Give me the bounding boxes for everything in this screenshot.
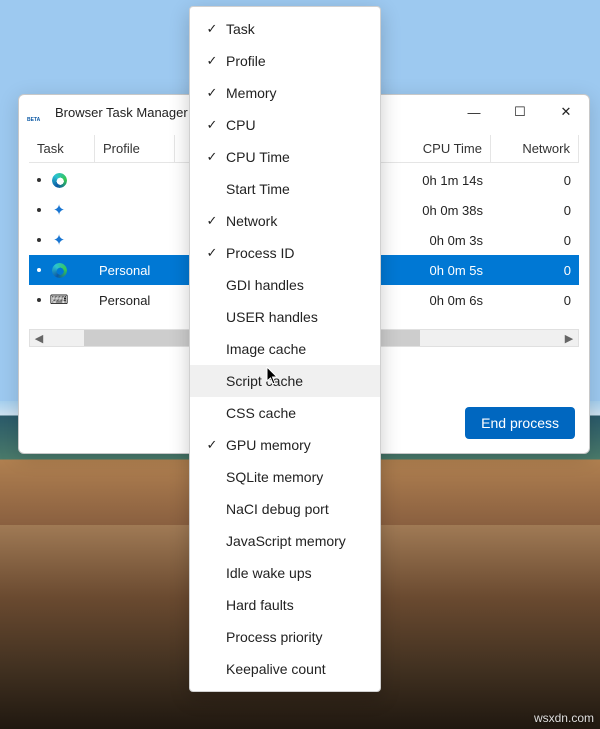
edge-beta-icon: BETA bbox=[29, 103, 47, 121]
cell-network: 0 bbox=[491, 203, 579, 218]
cell-cputime: 0h 0m 38s bbox=[381, 203, 491, 218]
menu-item-label: NaCI debug port bbox=[226, 501, 329, 517]
cell-task: ✦ bbox=[29, 202, 95, 218]
row-bullet-icon bbox=[37, 208, 41, 212]
menu-item[interactable]: Hard faults bbox=[190, 589, 380, 621]
menu-item[interactable]: Idle wake ups bbox=[190, 557, 380, 589]
checkmark-icon: ✓ bbox=[202, 437, 222, 453]
checkmark-icon: ✓ bbox=[202, 85, 222, 101]
cell-network: 0 bbox=[491, 233, 579, 248]
window-controls: — ☐ ✕ bbox=[451, 95, 589, 129]
menu-item[interactable]: Keepalive count bbox=[190, 653, 380, 685]
cell-cputime: 0h 1m 14s bbox=[381, 173, 491, 188]
window-title: Browser Task Manager bbox=[55, 105, 188, 120]
keyboard-icon: ⌨ bbox=[51, 292, 67, 308]
menu-item[interactable]: ✓Profile bbox=[190, 45, 380, 77]
menu-item[interactable]: Image cache bbox=[190, 333, 380, 365]
scroll-right-arrow-icon[interactable]: ▶ bbox=[560, 332, 578, 345]
menu-item-label: Idle wake ups bbox=[226, 565, 312, 581]
cell-task bbox=[29, 262, 95, 278]
menu-item-label: CSS cache bbox=[226, 405, 296, 421]
cell-profile: Personal bbox=[95, 263, 175, 278]
row-bullet-icon bbox=[37, 298, 41, 302]
scroll-left-arrow-icon[interactable]: ◀ bbox=[30, 332, 48, 345]
extension-icon: ✦ bbox=[51, 202, 67, 218]
checkmark-icon: ✓ bbox=[202, 53, 222, 69]
cell-cputime: 0h 0m 5s bbox=[381, 263, 491, 278]
menu-item[interactable]: ✓Memory bbox=[190, 77, 380, 109]
menu-item[interactable]: Script cache bbox=[190, 365, 380, 397]
watermark: wsxdn.com bbox=[534, 711, 594, 725]
menu-item-label: Start Time bbox=[226, 181, 290, 197]
end-process-button[interactable]: End process bbox=[465, 407, 575, 439]
menu-item-label: JavaScript memory bbox=[226, 533, 346, 549]
checkmark-icon: ✓ bbox=[202, 117, 222, 133]
menu-item[interactable]: USER handles bbox=[190, 301, 380, 333]
edge-icon bbox=[51, 172, 67, 188]
menu-item-label: Network bbox=[226, 213, 277, 229]
close-button[interactable]: ✕ bbox=[543, 95, 589, 129]
menu-item[interactable]: CSS cache bbox=[190, 397, 380, 429]
cell-cputime: 0h 0m 6s bbox=[381, 293, 491, 308]
menu-item-label: Process ID bbox=[226, 245, 294, 261]
menu-item[interactable]: ✓Process ID bbox=[190, 237, 380, 269]
checkmark-icon: ✓ bbox=[202, 213, 222, 229]
menu-item-label: Hard faults bbox=[226, 597, 294, 613]
header-profile[interactable]: Profile bbox=[95, 135, 175, 162]
cell-profile: Personal bbox=[95, 293, 175, 308]
checkmark-icon: ✓ bbox=[202, 21, 222, 37]
edge-icon bbox=[51, 262, 67, 278]
footer: End process bbox=[465, 407, 575, 439]
header-task[interactable]: Task bbox=[29, 135, 95, 162]
menu-item[interactable]: ✓GPU memory bbox=[190, 429, 380, 461]
menu-item[interactable]: Process priority bbox=[190, 621, 380, 653]
checkmark-icon: ✓ bbox=[202, 149, 222, 165]
menu-item-label: Keepalive count bbox=[226, 661, 326, 677]
maximize-button[interactable]: ☐ bbox=[497, 95, 543, 129]
row-bullet-icon bbox=[37, 178, 41, 182]
row-bullet-icon bbox=[37, 238, 41, 242]
menu-item-label: SQLite memory bbox=[226, 469, 323, 485]
menu-item[interactable]: NaCI debug port bbox=[190, 493, 380, 525]
header-cputime[interactable]: CPU Time bbox=[381, 135, 491, 162]
menu-item-label: GDI handles bbox=[226, 277, 304, 293]
menu-item-label: CPU Time bbox=[226, 149, 290, 165]
menu-item[interactable]: GDI handles bbox=[190, 269, 380, 301]
menu-item-label: Profile bbox=[226, 53, 266, 69]
row-bullet-icon bbox=[37, 268, 41, 272]
menu-item-label: Task bbox=[226, 21, 255, 37]
cell-cputime: 0h 0m 3s bbox=[381, 233, 491, 248]
menu-item[interactable]: Start Time bbox=[190, 173, 380, 205]
menu-item-label: USER handles bbox=[226, 309, 318, 325]
menu-item-label: Process priority bbox=[226, 629, 322, 645]
extension-icon: ✦ bbox=[51, 232, 67, 248]
cell-task: ✦ bbox=[29, 232, 95, 248]
menu-item-label: GPU memory bbox=[226, 437, 311, 453]
cell-network: 0 bbox=[491, 173, 579, 188]
cell-network: 0 bbox=[491, 263, 579, 278]
menu-item[interactable]: SQLite memory bbox=[190, 461, 380, 493]
menu-item[interactable]: JavaScript memory bbox=[190, 525, 380, 557]
cell-network: 0 bbox=[491, 293, 579, 308]
menu-item-label: Image cache bbox=[226, 341, 306, 357]
menu-item-label: Memory bbox=[226, 85, 277, 101]
menu-item[interactable]: ✓CPU bbox=[190, 109, 380, 141]
menu-item[interactable]: ✓Task bbox=[190, 13, 380, 45]
minimize-button[interactable]: — bbox=[451, 95, 497, 129]
cell-task bbox=[29, 172, 95, 188]
checkmark-icon: ✓ bbox=[202, 245, 222, 261]
menu-item[interactable]: ✓Network bbox=[190, 205, 380, 237]
menu-item[interactable]: ✓CPU Time bbox=[190, 141, 380, 173]
menu-item-label: Script cache bbox=[226, 373, 303, 389]
menu-item-label: CPU bbox=[226, 117, 256, 133]
columns-context-menu[interactable]: ✓Task✓Profile✓Memory✓CPU✓CPU TimeStart T… bbox=[189, 6, 381, 692]
header-network[interactable]: Network bbox=[491, 135, 579, 162]
cell-task: ⌨ bbox=[29, 292, 95, 308]
